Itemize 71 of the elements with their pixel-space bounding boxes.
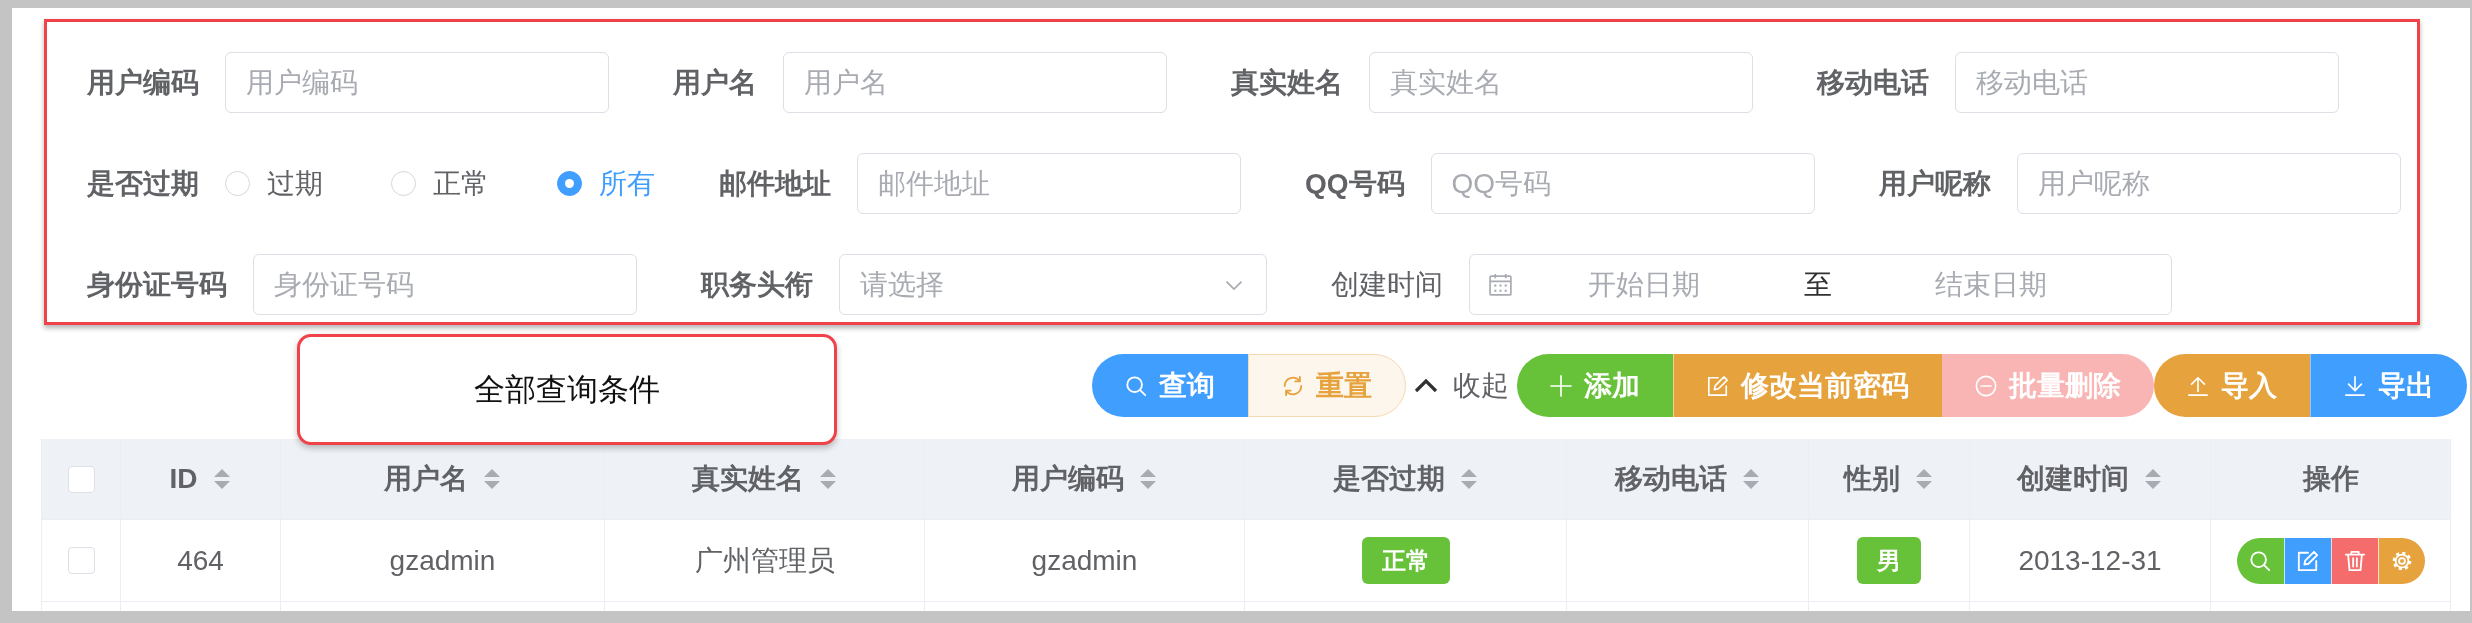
radio-option[interactable]: 正常 (391, 166, 489, 201)
column-header: ID (169, 462, 198, 496)
column-header: 操作 (2302, 462, 2359, 496)
collapse-toggle[interactable]: 收起 (1414, 366, 1509, 405)
status-tag: 正常 (1361, 537, 1450, 584)
settings-button[interactable] (2377, 537, 2425, 584)
input-field[interactable]: 用户编码 (225, 52, 609, 113)
annotation-callout: 全部查询条件 (297, 334, 837, 445)
input-field[interactable]: 邮件地址 (857, 153, 1241, 214)
input-field[interactable]: 用户名 (783, 52, 1167, 113)
status-tag: 男 (1857, 537, 1921, 584)
table-cell: gzadmin (281, 520, 605, 602)
input-field[interactable]: 真实姓名 (1369, 52, 1753, 113)
search-icon (2249, 549, 2271, 572)
gear-icon (2390, 549, 2413, 572)
input-field[interactable]: 移动电话 (1955, 52, 2339, 113)
date-range-field[interactable]: 开始日期 至 结束日期 (1469, 254, 2172, 315)
reset-button[interactable]: 重置 (1248, 354, 1406, 417)
export-button[interactable]: 导出 (2310, 354, 2467, 417)
delete-button[interactable] (2330, 537, 2378, 584)
input-field[interactable]: 身份证号码 (253, 254, 637, 315)
field-label: 创建时间 (1331, 267, 1443, 302)
field-label: 用户名 (673, 65, 757, 100)
import-button[interactable]: 导入 (2154, 354, 2310, 417)
field-label: 职务头衔 (701, 267, 813, 302)
trash-icon (2343, 549, 2366, 572)
field-label: 真实姓名 (1231, 65, 1343, 100)
field-label: 邮件地址 (719, 166, 831, 201)
end-date-field[interactable]: 结束日期 (1860, 264, 2122, 305)
input-field[interactable]: QQ号码 (1430, 153, 1815, 214)
column-header: 用户名 (383, 462, 468, 496)
select-field[interactable]: 请选择 (839, 254, 1267, 315)
checkbox[interactable] (67, 547, 95, 574)
field-label: 用户呢称 (1878, 166, 1991, 201)
field-label: 身份证号码 (87, 267, 227, 302)
column-header: 真实姓名 (691, 462, 804, 496)
column-header: 创建时间 (2017, 462, 2129, 496)
search-button[interactable]: 查询 (1092, 354, 1248, 417)
checkbox[interactable] (67, 465, 95, 493)
edit-button[interactable] (2283, 537, 2331, 584)
sort-icon[interactable] (2143, 466, 2163, 492)
table-cell: 2013-12-31 (1970, 520, 2211, 602)
column-header: 性别 (1844, 462, 1900, 496)
field-label: 移动电话 (1817, 65, 1929, 100)
add-button[interactable]: 添加 (1517, 354, 1673, 417)
view-button[interactable] (2236, 537, 2284, 584)
field-label: 用户编码 (87, 65, 199, 100)
start-date-field[interactable]: 开始日期 (1513, 264, 1775, 305)
field-label: 是否过期 (87, 166, 199, 201)
radio-option[interactable]: 所有 (557, 166, 655, 201)
table-cell: 464 (121, 520, 281, 602)
edit-icon (1707, 374, 1729, 397)
download-icon (2344, 374, 2366, 397)
table-cell: gzadmin (925, 520, 1245, 602)
refresh-icon (1282, 374, 1304, 397)
input-field[interactable]: 用户呢称 (2016, 153, 2401, 214)
sort-icon[interactable] (1914, 466, 1934, 492)
column-header: 用户编码 (1011, 462, 1124, 496)
table-cell: 广州管理员 (605, 520, 925, 602)
field-label: QQ号码 (1305, 166, 1405, 201)
column-header: 移动电话 (1614, 462, 1727, 496)
change-password-button[interactable]: 修改当前密码 (1673, 354, 1942, 417)
calendar-icon (1488, 272, 1513, 297)
minus-circle-icon (1975, 374, 1997, 397)
search-icon (1125, 374, 1147, 397)
edit-icon (2296, 549, 2319, 572)
range-separator: 至 (1802, 267, 1833, 302)
column-header: 是否过期 (1332, 462, 1445, 496)
radio-option[interactable]: 过期 (225, 166, 323, 201)
upload-icon (2187, 374, 2209, 397)
plus-icon (1550, 374, 1572, 397)
